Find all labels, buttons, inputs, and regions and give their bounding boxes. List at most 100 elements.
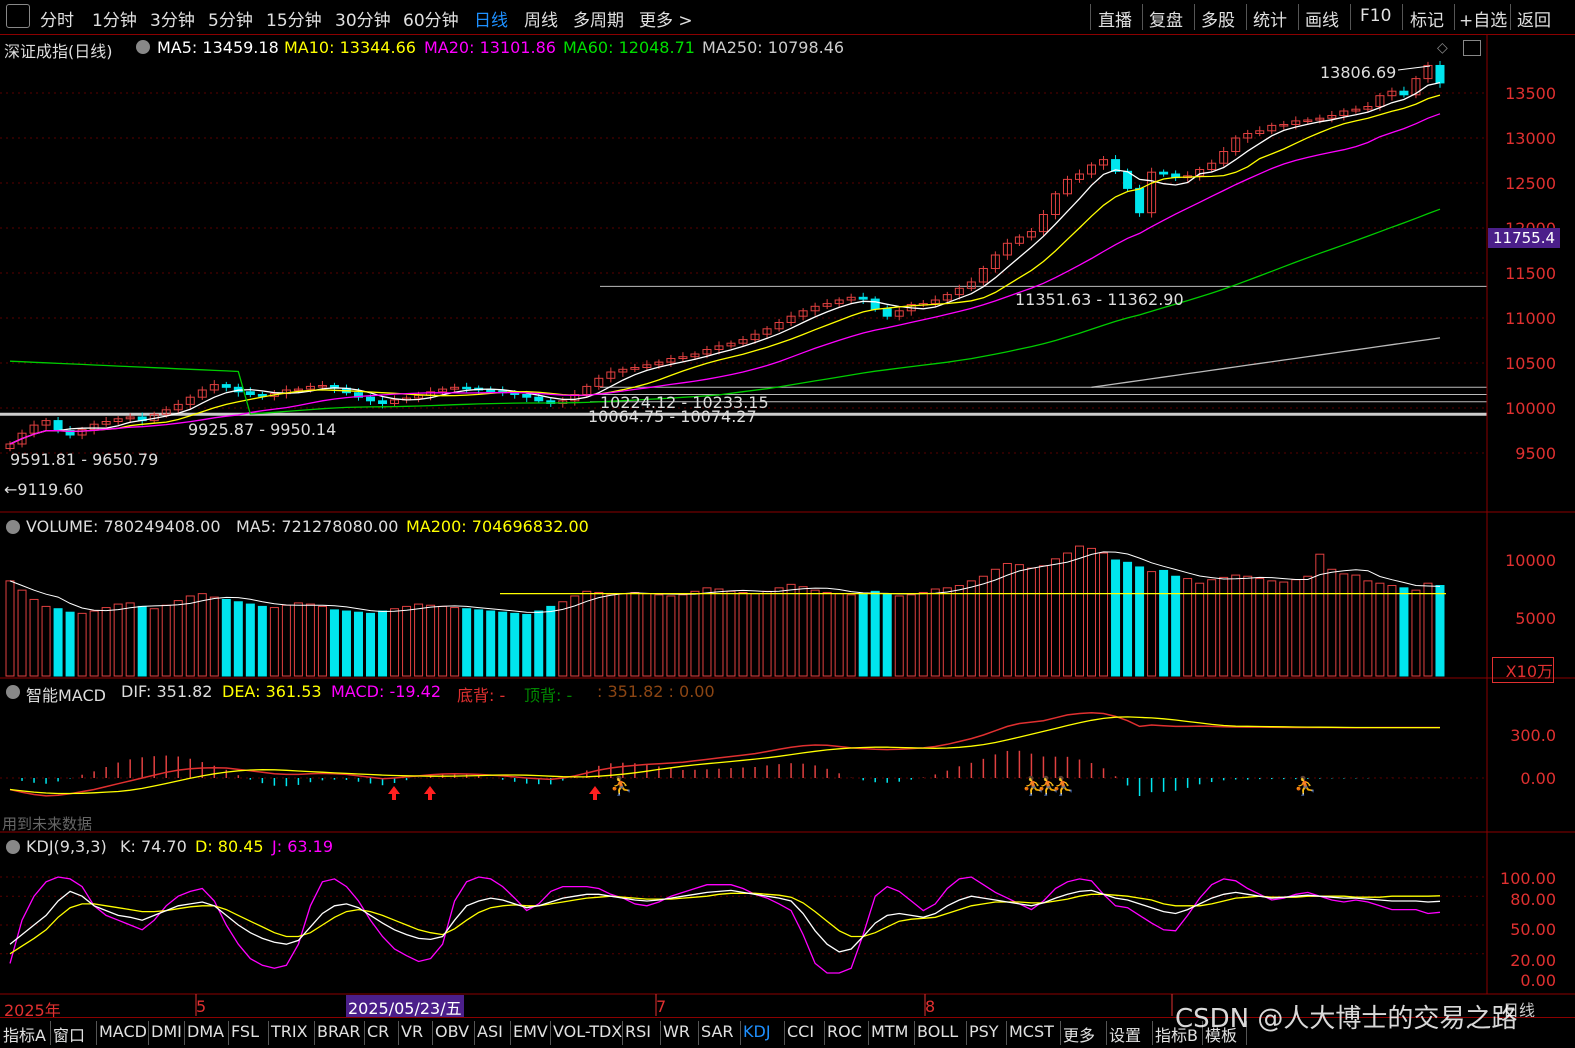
- macd-dea-line: [9, 716, 1440, 795]
- macd-dea: DEA: 361.53: [222, 682, 322, 701]
- volume-bar: [882, 593, 892, 677]
- buy-arrow-icon: [424, 786, 436, 800]
- volume-bar: [269, 607, 279, 677]
- volume-bar: [990, 568, 1000, 677]
- indicator-tab-obv[interactable]: OBV: [435, 1022, 469, 1041]
- volume-bar: [293, 602, 303, 677]
- volume-bar: [918, 591, 928, 677]
- ma20-label: MA20: 13101.86: [424, 38, 556, 57]
- indicator-tab-macd[interactable]: MACD: [99, 1022, 147, 1041]
- volume-bar: [1399, 587, 1409, 677]
- indicator-tab-roc[interactable]: ROC: [827, 1022, 862, 1041]
- volume-bar: [353, 611, 363, 677]
- indicator-tab-trix[interactable]: TRIX: [271, 1022, 308, 1041]
- volume-bar: [834, 593, 844, 677]
- volume-bar: [1387, 585, 1397, 677]
- volume-bar: [1123, 561, 1133, 677]
- indicator-tab--[interactable]: 设置: [1109, 1022, 1141, 1046]
- volume-bar: [221, 598, 231, 677]
- indicator-tab-mtm[interactable]: MTM: [871, 1022, 908, 1041]
- candle-body: [522, 394, 532, 398]
- volume-value: VOLUME: 780249408.00: [26, 517, 221, 536]
- volume-bar: [846, 594, 856, 677]
- low-price-label: ←9119.60: [4, 480, 84, 499]
- indicator-tab-sar[interactable]: SAR: [701, 1022, 734, 1041]
- volume-bar: [65, 611, 75, 677]
- volume-bar: [185, 595, 195, 677]
- volume-bar: [522, 614, 532, 677]
- indicator-tab-emv[interactable]: EMV: [513, 1022, 548, 1041]
- indicator-tab--[interactable]: 窗口: [53, 1022, 85, 1046]
- candle-body: [1135, 187, 1145, 214]
- indicator-tab-wr[interactable]: WR: [663, 1022, 690, 1041]
- volume-bar: [209, 596, 219, 677]
- window-icon[interactable]: [1463, 40, 1481, 56]
- tab-divider: [96, 1021, 97, 1045]
- volume-bar: [738, 591, 748, 677]
- kdj-tick: 50.00: [1510, 920, 1556, 939]
- ma60-line: [9, 208, 1441, 415]
- tab-divider: [184, 1021, 185, 1045]
- indicator-tab-fsl[interactable]: FSL: [231, 1022, 259, 1041]
- price-tick: 13000: [1505, 129, 1556, 148]
- indicator-tab-cci[interactable]: CCI: [787, 1022, 814, 1041]
- volume-bar: [570, 595, 580, 677]
- price-tick: 9500: [1515, 444, 1556, 463]
- indicator-tab-dma[interactable]: DMA: [187, 1022, 224, 1041]
- volume-bar: [366, 612, 376, 677]
- volume-bar: [414, 603, 424, 677]
- indicator-tab-boll[interactable]: BOLL: [917, 1022, 958, 1041]
- indicator-tab-cr[interactable]: CR: [367, 1022, 389, 1041]
- volume-bar: [426, 604, 436, 677]
- candle-body: [221, 384, 231, 388]
- macd-settings-icon[interactable]: [6, 685, 20, 699]
- tab-divider: [914, 1021, 915, 1045]
- tab-divider: [148, 1021, 149, 1045]
- volume-bar: [1111, 559, 1121, 677]
- volume-bar: [5, 580, 15, 677]
- volume-settings-icon[interactable]: [6, 520, 20, 534]
- volume-bar: [1411, 589, 1421, 677]
- diamond-icon[interactable]: ◇: [1437, 40, 1448, 56]
- volume-bar: [930, 588, 940, 677]
- settings-toggle-icon[interactable]: [136, 40, 150, 54]
- indicator-tab--[interactable]: 更多: [1063, 1022, 1095, 1046]
- indicator-tab-psy[interactable]: PSY: [969, 1022, 999, 1041]
- macd-dif: DIF: 351.82: [121, 682, 213, 701]
- volume-bar: [1303, 575, 1313, 677]
- macd-tick: 300.0: [1510, 726, 1556, 745]
- indicator-tab-rsi[interactable]: RSI: [625, 1022, 651, 1041]
- candle-body: [366, 396, 376, 402]
- volume-bar: [822, 591, 832, 677]
- volume-bar: [966, 580, 976, 677]
- indicator-tab-mcst[interactable]: MCST: [1009, 1022, 1054, 1041]
- volume-tick: 5000: [1515, 609, 1556, 628]
- candle-body: [462, 386, 472, 390]
- volume-unit: X10万: [1492, 657, 1554, 683]
- indicator-tab-dmi[interactable]: DMI: [151, 1022, 182, 1041]
- kdj-settings-icon[interactable]: [6, 840, 20, 854]
- indicator-tab-kdj[interactable]: KDJ: [743, 1022, 771, 1041]
- volume-bar: [558, 601, 568, 677]
- indicator-tab-brar[interactable]: BRAR: [317, 1022, 361, 1041]
- indicator-tab-asi[interactable]: ASI: [477, 1022, 503, 1041]
- volume-bar: [1435, 585, 1445, 677]
- volume-bar: [870, 590, 880, 677]
- volume-bar: [618, 593, 628, 677]
- volume-bar: [942, 587, 952, 677]
- volume-bar: [1159, 569, 1169, 677]
- volume-bar: [281, 604, 291, 677]
- volume-bar: [378, 610, 388, 677]
- volume-bar: [1339, 573, 1349, 677]
- indicator-tab-vol-tdx[interactable]: VOL-TDX: [553, 1022, 622, 1041]
- volume-bar: [1099, 552, 1109, 677]
- volume-bar: [149, 608, 159, 677]
- candle-body: [486, 389, 496, 392]
- indicator-tab-vr[interactable]: VR: [401, 1022, 423, 1041]
- volume-bar: [498, 611, 508, 677]
- macd-top-divergence: 顶背: -: [524, 686, 573, 705]
- volume-bar: [726, 590, 736, 677]
- current-price-tag: 11755.4: [1488, 228, 1560, 248]
- indicator-tab--a[interactable]: 指标A: [3, 1022, 46, 1046]
- tab-divider: [1006, 1021, 1007, 1045]
